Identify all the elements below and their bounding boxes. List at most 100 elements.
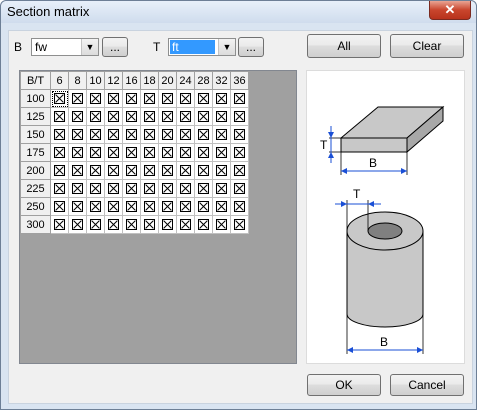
checked-checkbox-icon[interactable] bbox=[216, 93, 227, 105]
matrix-cell[interactable] bbox=[68, 89, 87, 108]
matrix-cell[interactable] bbox=[68, 125, 87, 144]
matrix-cell[interactable] bbox=[104, 125, 123, 144]
column-header[interactable]: 28 bbox=[194, 71, 213, 90]
checked-checkbox-icon[interactable] bbox=[108, 93, 119, 105]
matrix-cell[interactable] bbox=[212, 107, 231, 126]
matrix-cell[interactable] bbox=[86, 197, 105, 216]
checked-checkbox-icon[interactable] bbox=[162, 219, 173, 231]
row-header[interactable]: 200 bbox=[20, 161, 51, 180]
matrix-cell[interactable] bbox=[176, 161, 195, 180]
b-browse-button[interactable]: ... bbox=[102, 37, 128, 57]
checked-checkbox-icon[interactable] bbox=[162, 93, 173, 105]
matrix-cell[interactable] bbox=[176, 215, 195, 234]
checked-checkbox-icon[interactable] bbox=[144, 93, 155, 105]
checked-checkbox-icon[interactable] bbox=[216, 183, 227, 195]
checked-checkbox-icon[interactable] bbox=[108, 111, 119, 123]
checked-checkbox-icon[interactable] bbox=[54, 93, 65, 105]
matrix-cell[interactable] bbox=[194, 89, 213, 108]
checked-checkbox-icon[interactable] bbox=[54, 129, 65, 141]
matrix-cell[interactable] bbox=[158, 161, 177, 180]
checked-checkbox-icon[interactable] bbox=[126, 201, 137, 213]
t-browse-button[interactable]: ... bbox=[238, 37, 264, 57]
row-header[interactable]: 150 bbox=[20, 125, 51, 144]
checked-checkbox-icon[interactable] bbox=[216, 129, 227, 141]
checked-checkbox-icon[interactable] bbox=[216, 165, 227, 177]
checked-checkbox-icon[interactable] bbox=[234, 165, 245, 177]
chevron-down-icon[interactable]: ▼ bbox=[218, 39, 235, 55]
checked-checkbox-icon[interactable] bbox=[162, 165, 173, 177]
matrix-cell[interactable] bbox=[212, 143, 231, 162]
checked-checkbox-icon[interactable] bbox=[72, 165, 83, 177]
checked-checkbox-icon[interactable] bbox=[90, 93, 101, 105]
matrix-cell[interactable] bbox=[212, 161, 231, 180]
checked-checkbox-icon[interactable] bbox=[198, 165, 209, 177]
checked-checkbox-icon[interactable] bbox=[108, 219, 119, 231]
checked-checkbox-icon[interactable] bbox=[198, 219, 209, 231]
checked-checkbox-icon[interactable] bbox=[54, 147, 65, 159]
checked-checkbox-icon[interactable] bbox=[180, 219, 191, 231]
checked-checkbox-icon[interactable] bbox=[108, 129, 119, 141]
matrix-cell[interactable] bbox=[68, 143, 87, 162]
checked-checkbox-icon[interactable] bbox=[180, 183, 191, 195]
matrix-cell[interactable] bbox=[50, 143, 69, 162]
matrix-cell[interactable] bbox=[122, 107, 141, 126]
checked-checkbox-icon[interactable] bbox=[216, 201, 227, 213]
matrix-cell[interactable] bbox=[68, 215, 87, 234]
clear-button[interactable]: Clear bbox=[390, 34, 464, 58]
matrix-cell[interactable] bbox=[104, 89, 123, 108]
matrix-cell[interactable] bbox=[140, 161, 159, 180]
matrix-cell[interactable] bbox=[194, 197, 213, 216]
matrix-cell[interactable] bbox=[194, 143, 213, 162]
matrix-cell[interactable] bbox=[176, 179, 195, 198]
t-combo[interactable]: ft ▼ bbox=[168, 38, 236, 56]
checked-checkbox-icon[interactable] bbox=[108, 201, 119, 213]
matrix-cell[interactable] bbox=[158, 89, 177, 108]
column-header[interactable]: 6 bbox=[50, 71, 69, 90]
checked-checkbox-icon[interactable] bbox=[126, 147, 137, 159]
matrix-cell[interactable] bbox=[104, 179, 123, 198]
matrix-cell[interactable] bbox=[50, 161, 69, 180]
matrix-cell[interactable] bbox=[194, 161, 213, 180]
checked-checkbox-icon[interactable] bbox=[108, 147, 119, 159]
matrix-cell[interactable] bbox=[140, 215, 159, 234]
matrix-cell[interactable] bbox=[212, 125, 231, 144]
checked-checkbox-icon[interactable] bbox=[234, 111, 245, 123]
matrix-cell[interactable] bbox=[68, 179, 87, 198]
checked-checkbox-icon[interactable] bbox=[198, 201, 209, 213]
matrix-cell[interactable] bbox=[104, 197, 123, 216]
checked-checkbox-icon[interactable] bbox=[216, 147, 227, 159]
checked-checkbox-icon[interactable] bbox=[108, 165, 119, 177]
checked-checkbox-icon[interactable] bbox=[180, 93, 191, 105]
checked-checkbox-icon[interactable] bbox=[126, 183, 137, 195]
checked-checkbox-icon[interactable] bbox=[90, 183, 101, 195]
matrix-cell[interactable] bbox=[176, 107, 195, 126]
checked-checkbox-icon[interactable] bbox=[234, 147, 245, 159]
checked-checkbox-icon[interactable] bbox=[234, 183, 245, 195]
column-header[interactable]: 18 bbox=[140, 71, 159, 90]
matrix-cell[interactable] bbox=[230, 143, 249, 162]
matrix-cell[interactable] bbox=[158, 143, 177, 162]
matrix-cell[interactable] bbox=[158, 179, 177, 198]
matrix-cell[interactable] bbox=[122, 215, 141, 234]
checked-checkbox-icon[interactable] bbox=[234, 219, 245, 231]
matrix-cell[interactable] bbox=[122, 197, 141, 216]
checked-checkbox-icon[interactable] bbox=[54, 201, 65, 213]
matrix-cell[interactable] bbox=[86, 107, 105, 126]
matrix-cell[interactable] bbox=[140, 89, 159, 108]
matrix-cell[interactable] bbox=[86, 179, 105, 198]
checked-checkbox-icon[interactable] bbox=[144, 147, 155, 159]
row-header[interactable]: 225 bbox=[20, 179, 51, 198]
matrix-cell[interactable] bbox=[122, 161, 141, 180]
checked-checkbox-icon[interactable] bbox=[126, 219, 137, 231]
checked-checkbox-icon[interactable] bbox=[180, 201, 191, 213]
checked-checkbox-icon[interactable] bbox=[234, 93, 245, 105]
matrix-cell[interactable] bbox=[212, 215, 231, 234]
matrix-cell[interactable] bbox=[86, 125, 105, 144]
checked-checkbox-icon[interactable] bbox=[180, 147, 191, 159]
checked-checkbox-icon[interactable] bbox=[90, 129, 101, 141]
checked-checkbox-icon[interactable] bbox=[126, 129, 137, 141]
checked-checkbox-icon[interactable] bbox=[72, 183, 83, 195]
matrix-cell[interactable] bbox=[50, 215, 69, 234]
checked-checkbox-icon[interactable] bbox=[126, 165, 137, 177]
checked-checkbox-icon[interactable] bbox=[162, 111, 173, 123]
